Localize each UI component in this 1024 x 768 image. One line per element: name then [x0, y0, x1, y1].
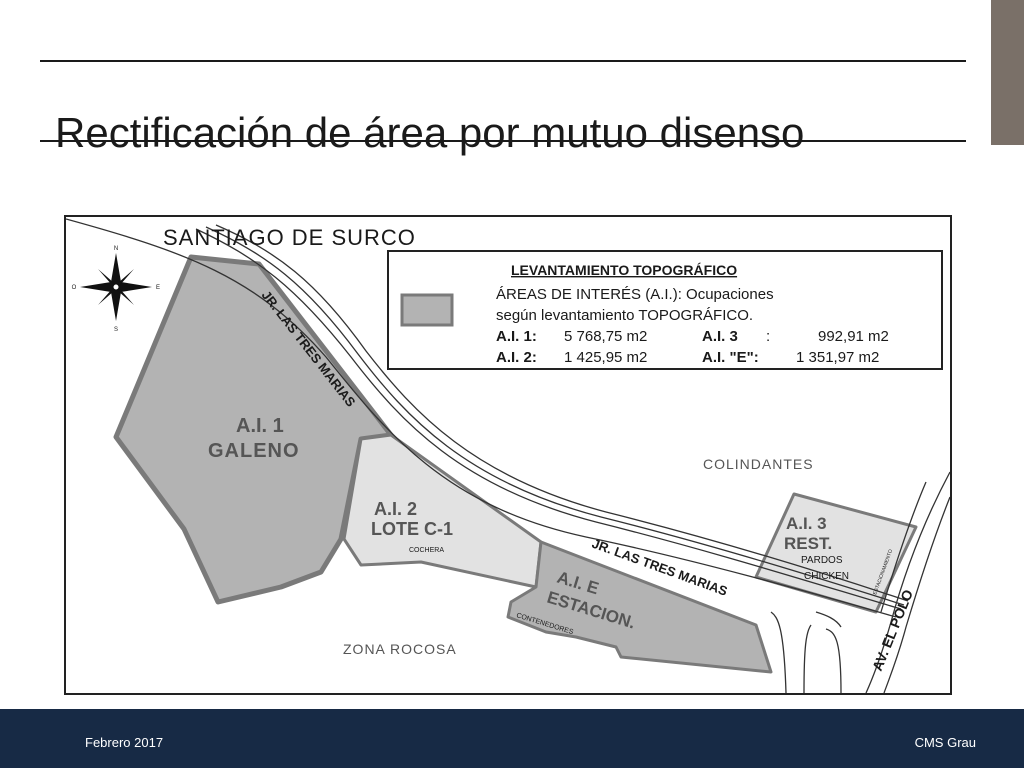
colindantes-label: COLINDANTES: [703, 456, 814, 472]
curb-line-2: [803, 624, 812, 693]
footer-company: CMS Grau: [914, 735, 976, 750]
legend-ai3-sep: :: [766, 328, 770, 345]
site-map-drawing: N S E O SANTIAGO DE SURCO LEVANTAMIENTO …: [66, 218, 950, 693]
area-ai2-name: A.I. 2: [374, 499, 417, 519]
compass-s: S: [114, 327, 118, 333]
area-ai3-detail2: CHICKEN: [804, 571, 849, 582]
legend-aie-label: A.I. "E":: [702, 349, 759, 366]
legend-ai1-label: A.I. 1:: [496, 328, 537, 345]
compass-o: O: [72, 285, 77, 291]
top-divider: [40, 60, 966, 62]
area-ai1-sub: GALENO: [208, 440, 300, 462]
zona-rocosa-label: ZONA ROCOSA: [343, 641, 457, 657]
curb-line-4: [815, 611, 842, 628]
legend-ai1-value: 5 768,75 m2: [564, 328, 647, 345]
footer-bar: Febrero 2017 CMS Grau: [0, 709, 1024, 768]
area-ai3-sub: REST.: [784, 534, 832, 553]
curb-line-1: [770, 611, 787, 693]
compass-rose-icon: N S E O: [72, 246, 160, 333]
legend-ai3-value: 992,91 m2: [818, 328, 889, 345]
title-divider: [40, 140, 966, 142]
legend-ai2-value: 1 425,95 m2: [564, 349, 647, 366]
site-map: N S E O SANTIAGO DE SURCO LEVANTAMIENTO …: [64, 215, 952, 695]
legend-ai3-label: A.I. 3: [702, 328, 738, 345]
legend-line1: ÁREAS DE INTERÉS (A.I.): Ocupaciones: [496, 286, 774, 303]
side-accent-bar: [991, 0, 1024, 145]
curb-line-3: [825, 628, 842, 693]
legend-aie-value: 1 351,97 m2: [796, 349, 879, 366]
district-label: SANTIAGO DE SURCO: [163, 225, 416, 250]
legend-ai2-label: A.I. 2:: [496, 349, 537, 366]
area-ai1-name: A.I. 1: [236, 415, 284, 437]
area-ai3-name: A.I. 3: [786, 514, 827, 533]
area-ai3-detail1: PARDOS: [801, 555, 843, 566]
footer-date: Febrero 2017: [85, 735, 164, 750]
legend-title: LEVANTAMIENTO TOPOGRÁFICO: [511, 262, 737, 278]
compass-e: E: [156, 285, 160, 291]
map-legend: LEVANTAMIENTO TOPOGRÁFICO ÁREAS DE INTER…: [387, 250, 943, 370]
legend-line2: según levantamiento TOPOGRÁFICO.: [496, 307, 753, 324]
legend-swatch: [400, 293, 454, 327]
compass-n: N: [114, 246, 118, 252]
slide-title: Rectificación de área por mutuo disenso: [55, 109, 805, 156]
area-ai2-detail: COCHERA: [409, 547, 444, 554]
area-ai2-sub: LOTE C-1: [371, 519, 453, 539]
